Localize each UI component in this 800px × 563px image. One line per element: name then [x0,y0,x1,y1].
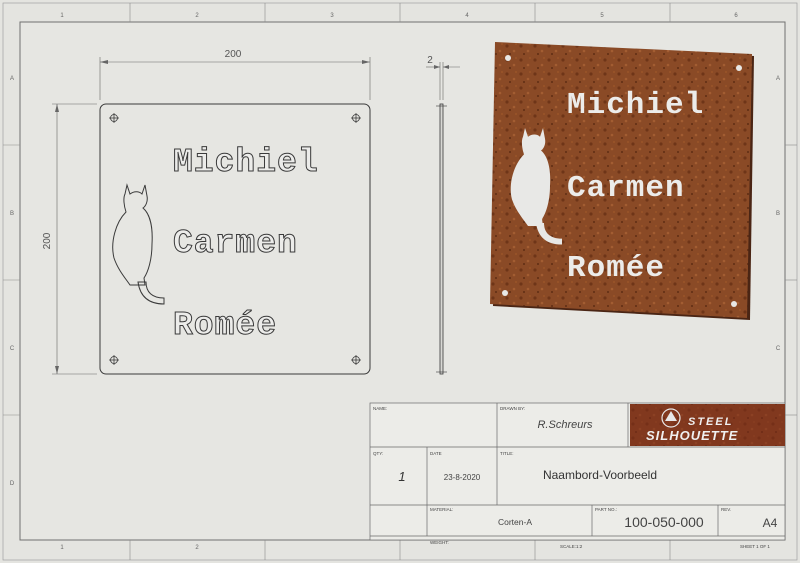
qty-label: QTY: [373,451,383,456]
front-name-2: Carmen [173,225,298,262]
material-label: MATERIAL: [430,507,453,512]
sheet-label: SHEET 1 OF 1 [740,544,770,549]
render-name-3: Romée [567,251,665,286]
qty-value: 1 [398,469,405,484]
partno-label: PART NO.: [595,507,617,512]
sheet-size-value: A4 [763,516,778,530]
zone-row-b: B [10,211,14,217]
thickness-dim-value: 2 [427,55,433,66]
material-value: Corten-A [498,517,532,527]
zone-row-a-right: A [776,76,780,82]
isometric-render: Michiel Carmen Romée [490,42,754,320]
scale-label: SCALE:1:2 [560,544,583,549]
title-label: TITLE: [500,451,514,456]
part-no-value: 100-050-000 [624,514,704,530]
zone-row-c: C [10,346,15,352]
render-name-1: Michiel [567,88,704,123]
zone-row-a: A [10,76,14,82]
rev-label: REV. [721,507,731,512]
drawn-by-value: R.Schreurs [537,419,593,431]
title-value: Naambord-Voorbeeld [543,468,657,482]
drawn-by-label: DRAWN BY: [500,406,525,411]
front-name-3: Romée [173,307,277,344]
zone-row-c-right: C [776,346,781,352]
weight-label: WEIGHT: [430,540,449,545]
zone-row-b-right: B [776,211,780,217]
drawing-sheet: 1 2 3 4 5 6 1 2 A B C D A B C Michiel Ca… [0,0,800,563]
front-name-1: Michiel [173,144,319,181]
logo-line-2: SILHOUETTE [646,428,738,443]
zone-row-d: D [10,481,15,487]
logo-line-1: STEEL [688,416,733,428]
width-dim-value: 200 [225,49,242,60]
steel-silhouette-logo: STEEL SILHOUETTE [630,404,785,446]
render-name-2: Carmen [567,171,685,206]
date-label: DATE [430,451,442,456]
name-label: NAME: [373,406,387,411]
date-value: 23-8-2020 [444,473,481,482]
height-dim-value: 200 [42,232,53,249]
